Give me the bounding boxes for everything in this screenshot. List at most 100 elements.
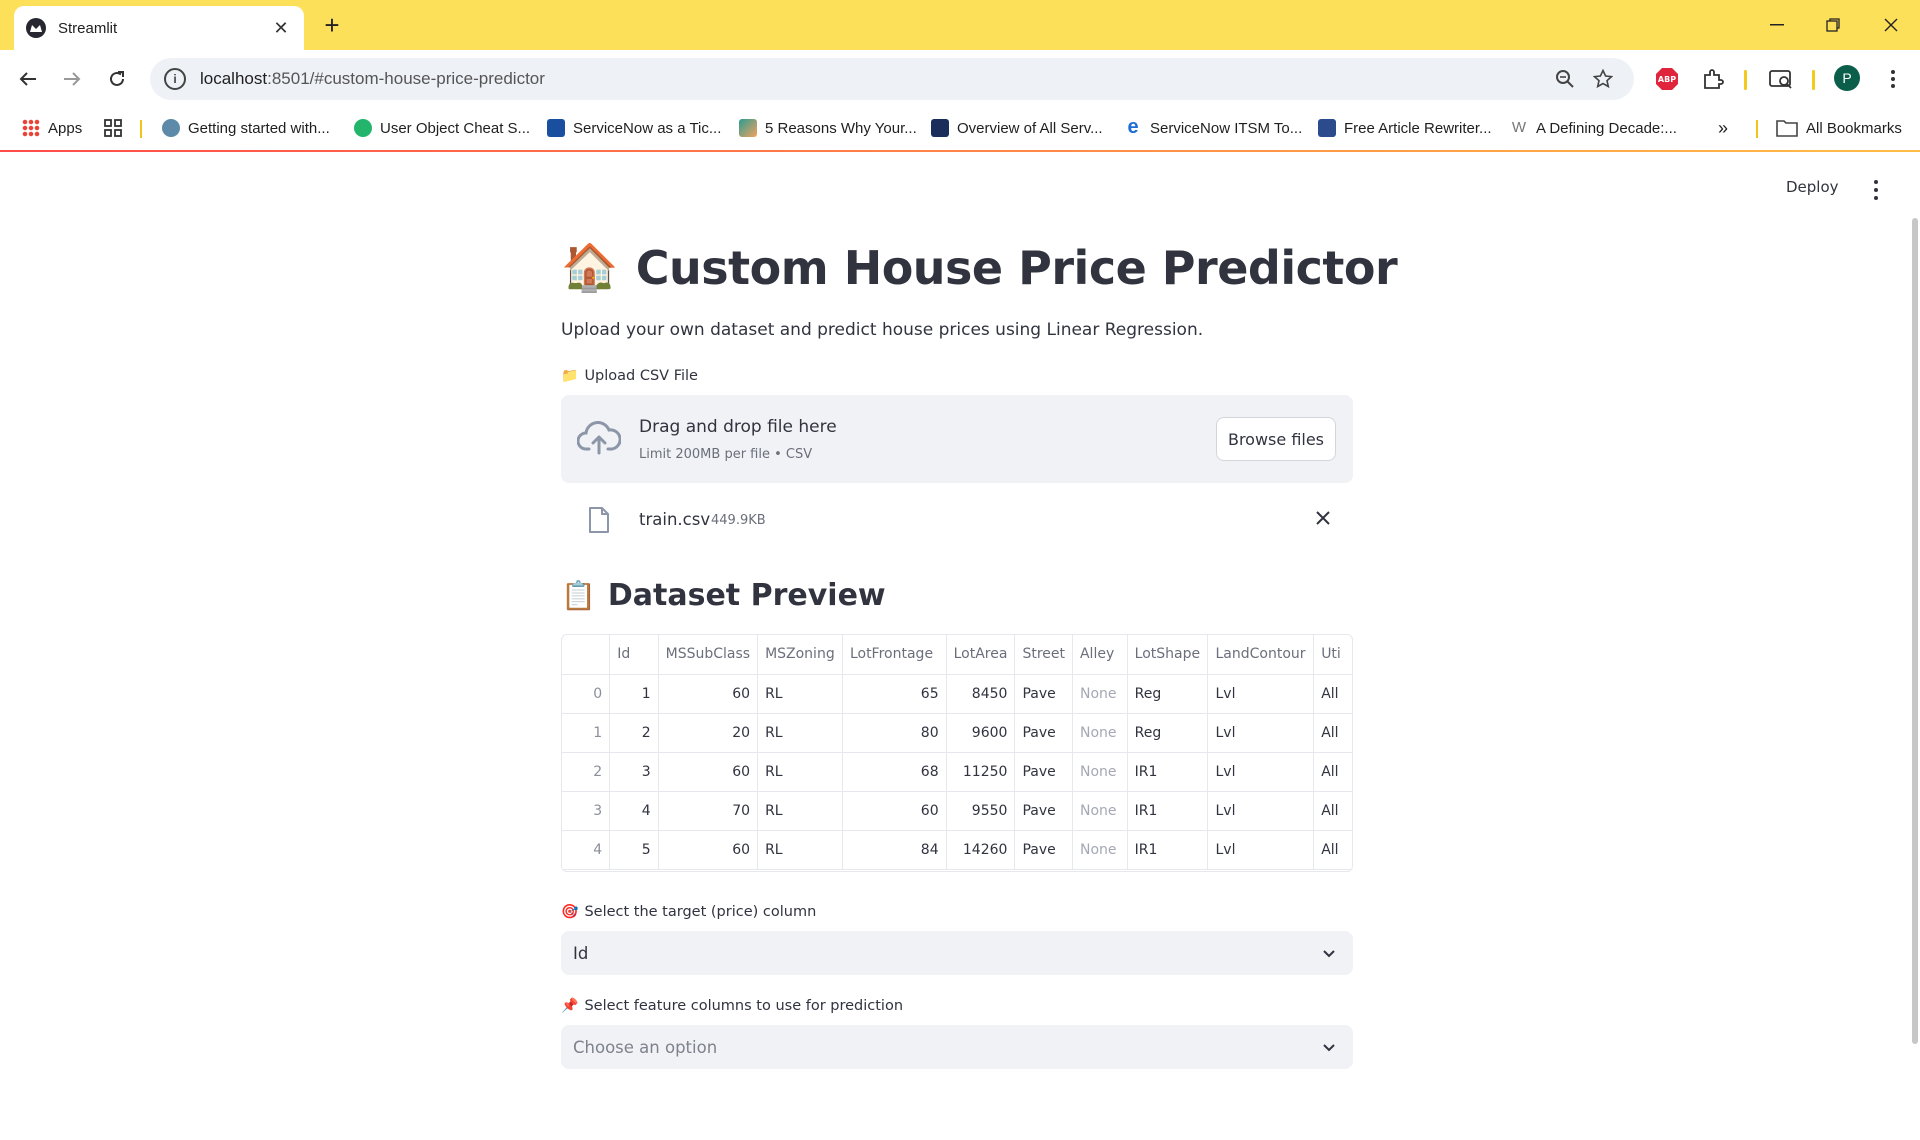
table-cell[interactable]: None bbox=[1072, 830, 1128, 870]
bookmark-overview[interactable]: Overview of All Serv... bbox=[931, 108, 1103, 148]
table-cell[interactable]: 20 bbox=[658, 713, 759, 753]
table-cell[interactable]: Pave bbox=[1014, 830, 1073, 870]
column-header[interactable]: Alley bbox=[1072, 635, 1128, 675]
table-cell[interactable]: RL bbox=[757, 830, 843, 870]
bookmark-star-icon[interactable] bbox=[1590, 66, 1616, 92]
table-cell[interactable]: Lvl bbox=[1207, 752, 1315, 792]
window-close-icon[interactable] bbox=[1868, 10, 1914, 40]
table-cell[interactable]: RL bbox=[757, 713, 843, 753]
table-cell[interactable]: 65 bbox=[842, 674, 947, 714]
table-cell[interactable]: RL bbox=[757, 791, 843, 831]
table-cell[interactable]: RL bbox=[757, 674, 843, 714]
browser-menu-icon[interactable] bbox=[1880, 66, 1906, 92]
table-cell[interactable]: 60 bbox=[658, 674, 759, 714]
column-header[interactable]: MSZoning bbox=[757, 635, 843, 675]
table-cell[interactable]: All bbox=[1313, 791, 1352, 831]
dataframe-preview[interactable]: Id MSSubClass MSZoning LotFrontage LotAr… bbox=[561, 634, 1353, 872]
table-cell[interactable]: All bbox=[1313, 752, 1352, 792]
extensions-icon[interactable] bbox=[1700, 66, 1726, 92]
table-cell[interactable]: 3 bbox=[609, 752, 659, 792]
bookmark-getting-started[interactable]: Getting started with... bbox=[162, 108, 330, 148]
address-bar[interactable]: i localhost:8501/#custom-house-price-pre… bbox=[150, 58, 1634, 100]
minimize-icon[interactable] bbox=[1754, 10, 1800, 40]
table-cell[interactable]: Lvl bbox=[1207, 830, 1315, 870]
table-cell[interactable]: None bbox=[1072, 674, 1128, 714]
zoom-icon[interactable] bbox=[1552, 66, 1578, 92]
remove-file-icon[interactable] bbox=[1313, 508, 1333, 533]
row-index-cell[interactable]: 4 bbox=[562, 830, 611, 870]
table-cell[interactable]: All bbox=[1313, 830, 1352, 870]
table-cell[interactable]: 1 bbox=[609, 674, 659, 714]
deploy-button[interactable]: Deploy bbox=[1786, 178, 1839, 196]
table-cell[interactable]: 4 bbox=[609, 791, 659, 831]
more-bookmarks-icon[interactable]: » bbox=[1718, 108, 1728, 148]
table-cell[interactable]: IR1 bbox=[1127, 752, 1209, 792]
table-cell[interactable]: 14260 bbox=[946, 830, 1016, 870]
bookmark-defining-decade[interactable]: W A Defining Decade:... bbox=[1510, 108, 1677, 148]
bookmark-article-rewriter[interactable]: Free Article Rewriter... bbox=[1318, 108, 1492, 148]
table-cell[interactable]: 70 bbox=[658, 791, 759, 831]
bookmark-all-bookmarks[interactable]: All Bookmarks bbox=[1776, 108, 1902, 148]
bookmark-5-reasons[interactable]: 5 Reasons Why Your... bbox=[739, 108, 917, 148]
table-cell[interactable]: All bbox=[1313, 674, 1352, 714]
tab-close-icon[interactable]: ✕ bbox=[270, 18, 292, 39]
column-header[interactable]: Id bbox=[609, 635, 659, 675]
row-index-cell[interactable]: 3 bbox=[562, 791, 611, 831]
table-cell[interactable]: All bbox=[1313, 713, 1352, 753]
bookmark-servicenow-ticket[interactable]: ServiceNow as a Tic... bbox=[547, 108, 721, 148]
reload-icon[interactable] bbox=[102, 64, 132, 94]
row-index-cell[interactable]: 1 bbox=[562, 713, 611, 753]
browse-files-button[interactable]: Browse files bbox=[1216, 417, 1336, 461]
column-header[interactable]: LotFrontage bbox=[842, 635, 947, 675]
table-cell[interactable]: 5 bbox=[609, 830, 659, 870]
column-header[interactable]: MSSubClass bbox=[658, 635, 759, 675]
table-cell[interactable]: 60 bbox=[658, 830, 759, 870]
target-select[interactable]: Id bbox=[561, 931, 1353, 975]
table-cell[interactable]: None bbox=[1072, 713, 1128, 753]
table-cell[interactable]: Lvl bbox=[1207, 674, 1315, 714]
bookmark-grid[interactable] bbox=[103, 108, 123, 148]
column-header[interactable]: LotShape bbox=[1127, 635, 1209, 675]
table-cell[interactable]: 2 bbox=[609, 713, 659, 753]
table-cell[interactable]: None bbox=[1072, 752, 1128, 792]
app-menu-icon[interactable] bbox=[1872, 180, 1880, 200]
column-header[interactable]: LandContour bbox=[1207, 635, 1315, 675]
browser-tab-streamlit[interactable]: Streamlit ✕ bbox=[14, 6, 304, 50]
table-cell[interactable]: 9550 bbox=[946, 791, 1016, 831]
adblock-icon[interactable]: ABP bbox=[1654, 66, 1680, 92]
table-cell[interactable]: IR1 bbox=[1127, 830, 1209, 870]
tab-search-icon[interactable] bbox=[1768, 66, 1794, 92]
forward-icon[interactable] bbox=[57, 64, 87, 94]
restore-icon[interactable] bbox=[1810, 10, 1856, 40]
table-cell[interactable]: 80 bbox=[842, 713, 947, 753]
table-cell[interactable]: 68 bbox=[842, 752, 947, 792]
new-tab-icon[interactable]: + bbox=[318, 12, 346, 40]
table-cell[interactable]: 11250 bbox=[946, 752, 1016, 792]
bookmark-user-object[interactable]: User Object Cheat S... bbox=[354, 108, 530, 148]
page-scrollbar[interactable] bbox=[1912, 218, 1918, 1044]
table-cell[interactable]: None bbox=[1072, 791, 1128, 831]
site-info-icon[interactable]: i bbox=[164, 68, 186, 90]
table-cell[interactable]: Reg bbox=[1127, 713, 1209, 753]
table-cell[interactable]: 9600 bbox=[946, 713, 1016, 753]
bookmark-itsm[interactable]: e ServiceNow ITSM To... bbox=[1124, 108, 1302, 148]
column-header[interactable] bbox=[562, 635, 611, 675]
bookmark-apps[interactable]: Apps bbox=[22, 108, 82, 148]
row-index-cell[interactable]: 0 bbox=[562, 674, 611, 714]
table-cell[interactable]: Reg bbox=[1127, 674, 1209, 714]
row-index-cell[interactable]: 2 bbox=[562, 752, 611, 792]
column-header[interactable]: Street bbox=[1014, 635, 1073, 675]
table-cell[interactable]: 60 bbox=[842, 791, 947, 831]
column-header[interactable]: Uti bbox=[1313, 635, 1352, 675]
profile-avatar[interactable]: P bbox=[1834, 65, 1860, 91]
table-cell[interactable]: Pave bbox=[1014, 791, 1073, 831]
features-multiselect[interactable]: Choose an option bbox=[561, 1025, 1353, 1069]
table-cell[interactable]: 60 bbox=[658, 752, 759, 792]
table-cell[interactable]: Pave bbox=[1014, 674, 1073, 714]
column-header[interactable]: LotArea bbox=[946, 635, 1016, 675]
table-cell[interactable]: 8450 bbox=[946, 674, 1016, 714]
table-cell[interactable]: Pave bbox=[1014, 713, 1073, 753]
table-cell[interactable]: Lvl bbox=[1207, 713, 1315, 753]
table-cell[interactable]: IR1 bbox=[1127, 791, 1209, 831]
table-cell[interactable]: 84 bbox=[842, 830, 947, 870]
